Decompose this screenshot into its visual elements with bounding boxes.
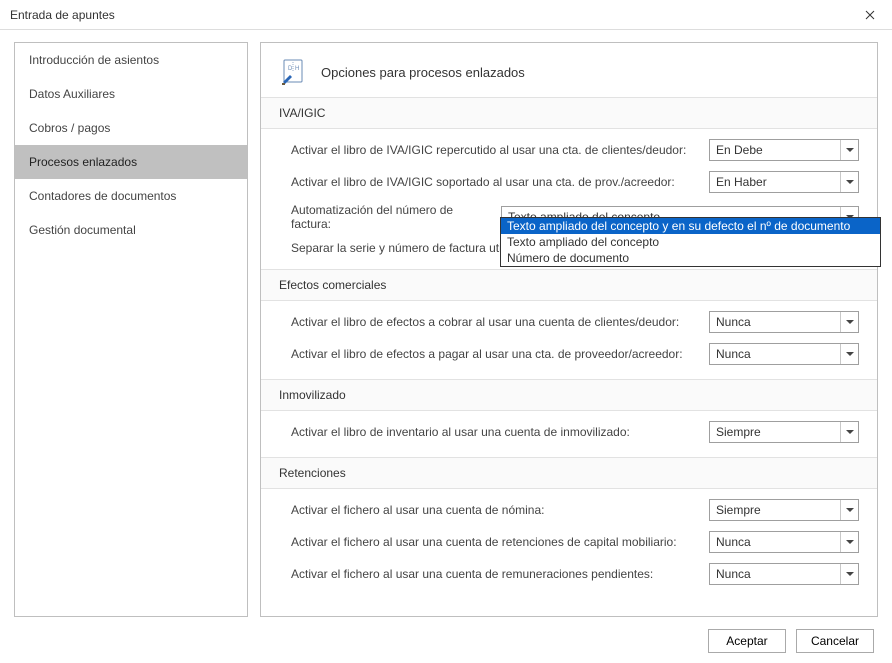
select-nomina[interactable]: Siempre [709,499,859,521]
select-value: Nunca [716,347,751,361]
sidebar-item-gestion-documental[interactable]: Gestión documental [15,213,247,247]
chevron-down-icon [840,344,858,364]
window-title: Entrada de apuntes [10,8,115,22]
page-icon: D H [279,57,309,87]
select-efectos-cobrar[interactable]: Nunca [709,311,859,333]
footer: Aceptar Cancelar [14,617,878,653]
section-title-retenciones: Retenciones [261,457,877,489]
chevron-down-icon [840,312,858,332]
chevron-down-icon [840,532,858,552]
label-inventario: Activar el libro de inventario al usar u… [291,425,699,439]
select-capital-mobiliario[interactable]: Nunca [709,531,859,553]
select-value: Siempre [716,503,761,517]
label-iva-repercutido: Activar el libro de IVA/IGIC repercutido… [291,143,699,157]
label-capital-mobiliario: Activar el fichero al usar una cuenta de… [291,535,699,549]
label-autonum: Automatización del número de factura: [291,203,491,231]
svg-text:H: H [295,66,299,72]
dropdown-option[interactable]: Texto ampliado del concepto y en su defe… [501,218,880,234]
section-title-efectos: Efectos comerciales [261,269,877,301]
select-iva-soportado[interactable]: En Haber [709,171,859,193]
select-value: Nunca [716,315,751,329]
chevron-down-icon [840,422,858,442]
chevron-down-icon [840,564,858,584]
page-title: Opciones para procesos enlazados [321,65,525,80]
sidebar-item-introduccion[interactable]: Introducción de asientos [15,43,247,77]
cancel-button[interactable]: Cancelar [796,629,874,653]
label-efectos-pagar: Activar el libro de efectos a pagar al u… [291,347,699,361]
sidebar-item-procesos-enlazados[interactable]: Procesos enlazados [15,145,247,179]
select-value: Nunca [716,535,751,549]
section-title-inmovilizado: Inmovilizado [261,379,877,411]
chevron-down-icon [840,500,858,520]
main-panel: D H Opciones para procesos enlazados IVA… [260,42,878,617]
sidebar-item-datos-auxiliares[interactable]: Datos Auxiliares [15,77,247,111]
label-efectos-cobrar: Activar el libro de efectos a cobrar al … [291,315,699,329]
dropdown-autonum[interactable]: Texto ampliado del concepto y en su defe… [500,217,881,267]
select-iva-repercutido[interactable]: En Debe [709,139,859,161]
select-value: Nunca [716,567,751,581]
sidebar-item-contadores[interactable]: Contadores de documentos [15,179,247,213]
select-efectos-pagar[interactable]: Nunca [709,343,859,365]
sidebar: Introducción de asientos Datos Auxiliare… [14,42,248,617]
chevron-down-icon [840,172,858,192]
chevron-down-icon [840,140,858,160]
section-title-iva: IVA/IGIC [261,97,877,129]
close-icon [865,10,875,20]
label-nomina: Activar el fichero al usar una cuenta de… [291,503,699,517]
sidebar-item-cobros-pagos[interactable]: Cobros / pagos [15,111,247,145]
dropdown-option[interactable]: Número de documento [501,250,880,266]
select-value: Siempre [716,425,761,439]
select-value: En Debe [716,143,763,157]
accept-button[interactable]: Aceptar [708,629,786,653]
select-remuneraciones[interactable]: Nunca [709,563,859,585]
label-iva-soportado: Activar el libro de IVA/IGIC soportado a… [291,175,699,189]
select-inventario[interactable]: Siempre [709,421,859,443]
titlebar: Entrada de apuntes [0,0,892,30]
svg-text:D: D [288,66,293,72]
close-button[interactable] [848,0,892,30]
select-value: En Haber [716,175,767,189]
label-remuneraciones: Activar el fichero al usar una cuenta de… [291,567,699,581]
dropdown-option[interactable]: Texto ampliado del concepto [501,234,880,250]
